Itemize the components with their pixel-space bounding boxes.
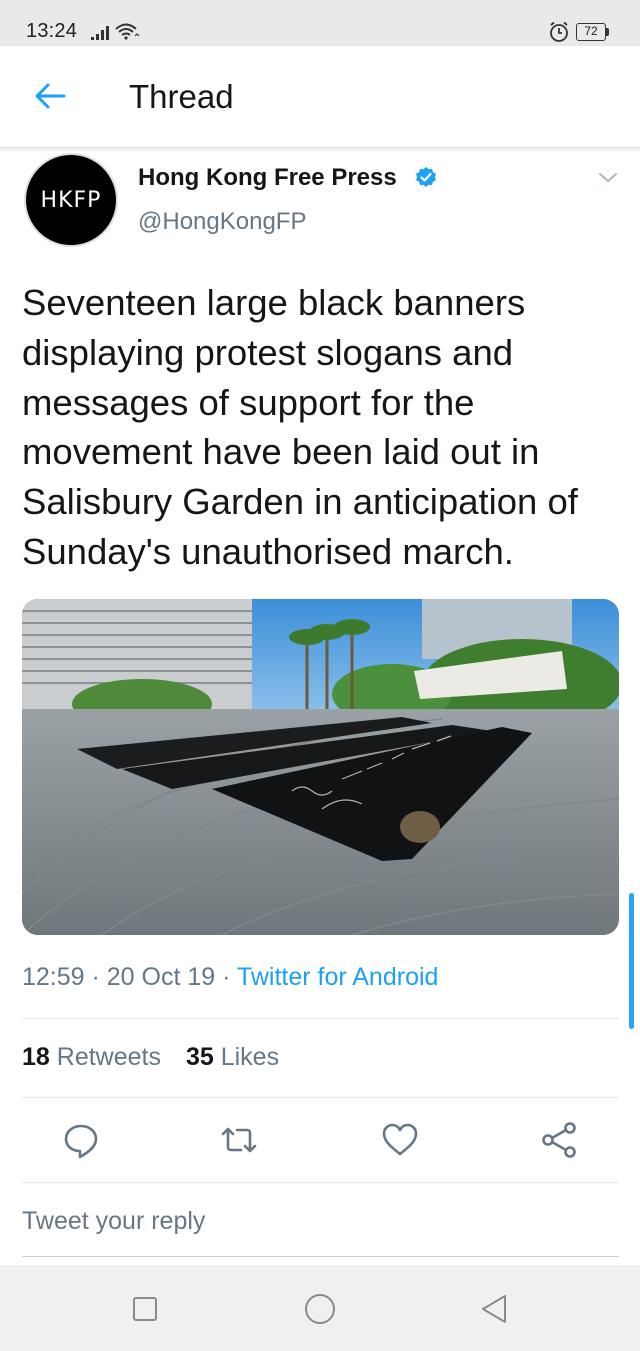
divider xyxy=(22,1097,619,1098)
alarm-icon xyxy=(550,21,568,42)
status-bar: 13:24 72 xyxy=(0,0,640,46)
tweet-time: 12:59 xyxy=(22,963,85,991)
chevron-down-icon[interactable] xyxy=(596,168,620,188)
scrollbar[interactable] xyxy=(629,893,634,1029)
retweets-count: 18 xyxy=(22,1043,50,1071)
home-icon[interactable] xyxy=(302,1291,338,1327)
speech-bubble-icon[interactable] xyxy=(61,1120,101,1160)
avatar[interactable]: HKFP xyxy=(24,153,118,247)
divider xyxy=(22,1182,619,1183)
tweet-date: 20 Oct 19 xyxy=(106,963,216,991)
battery-level: 72 xyxy=(576,23,606,41)
tweet-meta: 12:59 · 20 Oct 19 · Twitter for Android xyxy=(22,963,439,991)
app-header: Thread xyxy=(0,46,640,148)
arrow-left-icon[interactable] xyxy=(30,76,70,116)
author-display-name[interactable]: Hong Kong Free Press xyxy=(138,164,397,192)
recent-apps-icon[interactable] xyxy=(127,1291,163,1327)
avatar-logo-text: HKFP xyxy=(40,187,102,213)
likes-stat[interactable]: 35 Likes xyxy=(186,1043,279,1071)
retweet-icon[interactable] xyxy=(219,1120,259,1160)
back-icon[interactable] xyxy=(476,1291,512,1327)
reply-underline xyxy=(22,1256,619,1257)
share-icon[interactable] xyxy=(539,1120,579,1160)
likes-count: 35 xyxy=(185,1043,214,1071)
reply-input[interactable]: Tweet your reply xyxy=(22,1207,619,1247)
divider xyxy=(22,1018,619,1019)
retweets-label: Retweets xyxy=(56,1043,161,1071)
battery-icon: 72 xyxy=(576,23,610,41)
page-title: Thread xyxy=(129,78,234,115)
status-time: 13:24 xyxy=(26,20,78,42)
retweets-stat[interactable]: 18 Retweets xyxy=(22,1043,161,1071)
heart-icon[interactable] xyxy=(380,1120,420,1160)
wifi-icon xyxy=(115,23,140,40)
verified-badge-icon xyxy=(416,167,436,187)
system-nav-bar xyxy=(0,1265,640,1351)
tweet-text: Seventeen large black banners displaying… xyxy=(22,282,578,572)
likes-label: Likes xyxy=(220,1043,280,1071)
tweet-source-link[interactable]: Twitter for Android xyxy=(237,963,438,991)
signal-icon xyxy=(91,26,109,40)
author-handle[interactable]: @HongKongFP xyxy=(138,208,306,236)
tweet-stats: 18 Retweets 35 Likes xyxy=(22,1043,297,1072)
tweet-photo[interactable] xyxy=(22,599,619,935)
